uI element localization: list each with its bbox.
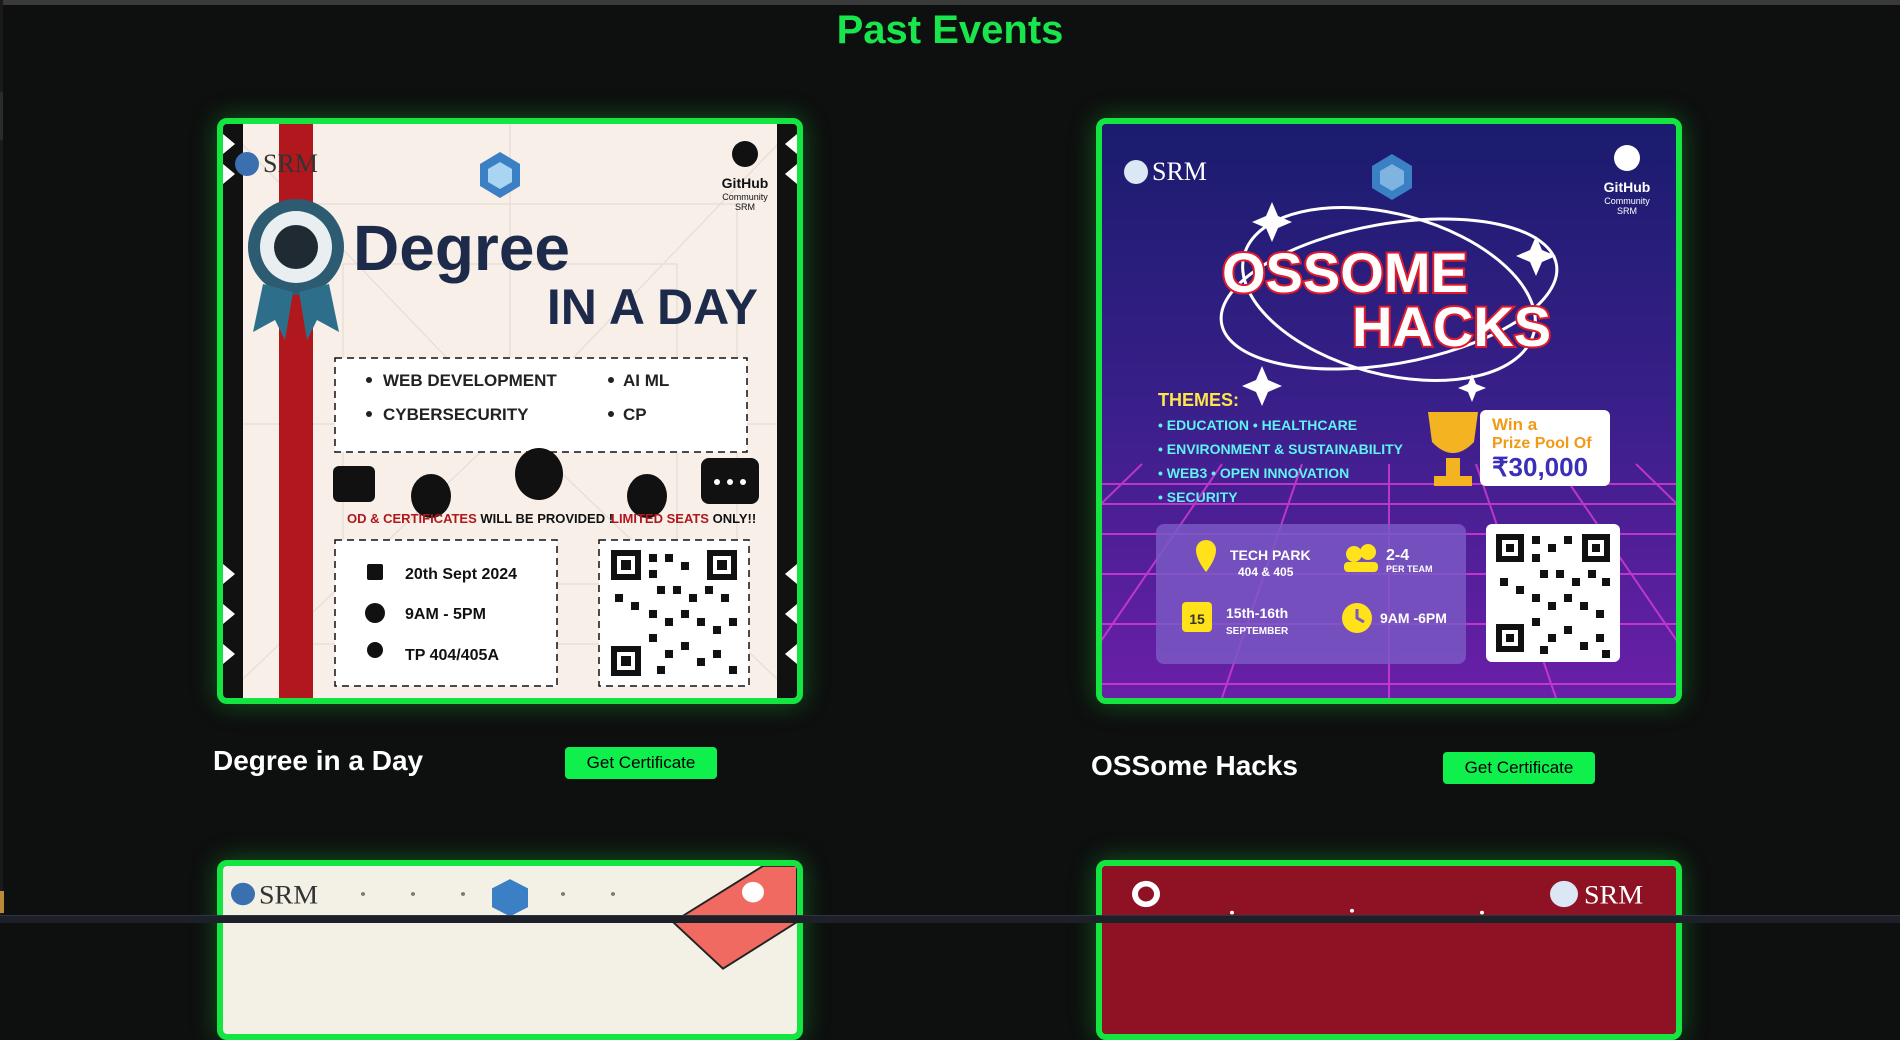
theme-line: • SECURITY bbox=[1158, 489, 1238, 505]
event-poster[interactable]: SRM bbox=[1096, 860, 1682, 1040]
track-web-development: WEB DEVELOPMENT bbox=[383, 371, 557, 390]
event-poster[interactable]: SRM bbox=[217, 860, 803, 1040]
theme-line: • WEB3 • OPEN INNOVATION bbox=[1158, 465, 1349, 481]
track-ai-ml: AI ML bbox=[623, 371, 669, 390]
od-certificates-banner: OD & CERTIFICATES WILL BE PROVIDED ! bbox=[347, 511, 613, 526]
theme-line: • ENVIRONMENT & SUSTAINABILITY bbox=[1158, 441, 1404, 457]
event-month: SEPTEMBER bbox=[1226, 626, 1289, 637]
page-title: Past Events bbox=[836, 8, 1064, 52]
poster-image: SRM bbox=[223, 866, 797, 1034]
event-poster-degree-in-a-day[interactable]: SRM GitHub Community SRM Degree IN A DAY… bbox=[217, 118, 803, 704]
qr-code bbox=[609, 548, 739, 678]
track-cybersecurity: CYBERSECURITY bbox=[383, 405, 529, 424]
prize-amount: ₹30,000 bbox=[1492, 452, 1588, 482]
srm-logo: SRM bbox=[259, 880, 318, 909]
poster-headline: Degree bbox=[353, 212, 570, 284]
venue-text: TECH PARK bbox=[1230, 547, 1311, 563]
community-srm-text: SRM bbox=[735, 202, 755, 212]
get-certificate-button[interactable]: Get Certificate bbox=[1443, 752, 1595, 784]
team-size-label: PER TEAM bbox=[1386, 564, 1433, 574]
event-date: 20th Sept 2024 bbox=[405, 566, 517, 583]
prize-text: Win a bbox=[1492, 415, 1538, 434]
event-date: 15th-16th bbox=[1226, 605, 1288, 621]
left-edge bbox=[0, 0, 4, 923]
event-poster-ossome-hacks[interactable]: SRM GitHub Community SRM OSSOME HACKS TH… bbox=[1096, 118, 1682, 704]
srm-logo: SRM bbox=[1152, 157, 1207, 186]
team-size: 2-4 bbox=[1386, 547, 1409, 564]
event-venue: TP 404/405A bbox=[405, 647, 499, 664]
github-logo: GitHub bbox=[1604, 179, 1651, 195]
event-time: 9AM - 5PM bbox=[405, 606, 486, 623]
community-text: Community bbox=[722, 192, 768, 202]
limited-seats-banner: LIMITED SEATS ONLY!! bbox=[611, 511, 756, 526]
venue-rooms-text: 404 & 405 bbox=[1238, 565, 1294, 579]
community-text: Community bbox=[1604, 196, 1650, 206]
scroll-notch bbox=[0, 92, 3, 140]
browser-top-bar bbox=[0, 0, 1900, 5]
poster-headline-line2: HACKS bbox=[1352, 295, 1551, 358]
calendar-icon: 15 bbox=[1189, 611, 1205, 627]
srm-logo: SRM bbox=[1584, 880, 1643, 909]
poster-image: SRM GitHub Community SRM Degree IN A DAY… bbox=[223, 124, 797, 698]
track-cp: CP bbox=[623, 405, 647, 424]
themes-label: THEMES: bbox=[1158, 390, 1239, 410]
community-srm-text: SRM bbox=[1617, 206, 1637, 216]
event-title: Degree in a Day bbox=[213, 745, 424, 776]
prize-text: Prize Pool Of bbox=[1492, 435, 1592, 452]
corner-tab bbox=[0, 891, 4, 913]
bottom-bar bbox=[0, 915, 1900, 923]
get-certificate-button[interactable]: Get Certificate bbox=[565, 747, 717, 779]
poster-image: SRM bbox=[1102, 866, 1676, 1034]
github-logo: GitHub bbox=[722, 175, 769, 191]
event-time: 9AM -6PM bbox=[1380, 610, 1447, 626]
poster-image: SRM GitHub Community SRM OSSOME HACKS TH… bbox=[1102, 124, 1676, 698]
event-title: OSSome Hacks bbox=[1091, 750, 1298, 781]
theme-line: • EDUCATION • HEALTHCARE bbox=[1158, 417, 1357, 433]
srm-logo: SRM bbox=[263, 149, 318, 178]
poster-subheadline: IN A DAY bbox=[547, 279, 758, 335]
